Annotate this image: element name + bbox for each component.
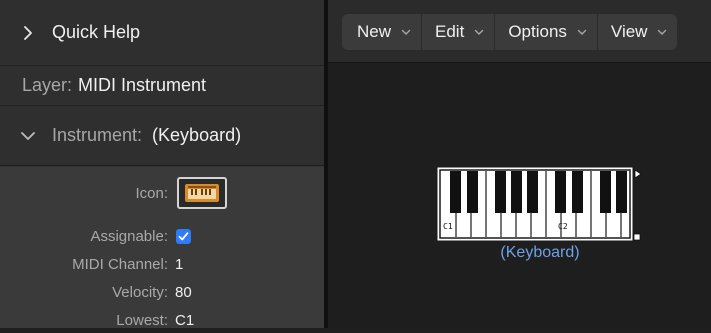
menu-bar: New Edit Options View [342, 14, 678, 50]
velocity-value[interactable]: 80 [175, 284, 192, 301]
menu-options-label: Options [508, 22, 567, 41]
menu-new[interactable]: New [344, 14, 423, 50]
inspector-panel: Quick Help Layer: MIDI Instrument Instru… [0, 0, 324, 329]
instrument-label: Instrument: [52, 125, 143, 145]
key-label-c1: C1 [443, 222, 453, 231]
chevron-down-icon [474, 27, 484, 37]
chevron-down-icon [657, 27, 667, 37]
quick-help-header[interactable]: Quick Help [0, 0, 324, 66]
chevron-down-icon [401, 27, 411, 37]
menu-view-label: View [610, 22, 648, 41]
keyboard-icon[interactable] [177, 177, 227, 209]
assignable-checkbox[interactable] [176, 228, 191, 244]
keyboard-instrument-object[interactable]: C1 C2 [436, 166, 644, 242]
assignable-label: Assignable: [90, 227, 168, 245]
midi-channel-label: MIDI Channel: [72, 255, 168, 273]
menu-edit-label: Edit [435, 22, 465, 41]
instrument-header[interactable]: Instrument: (Keyboard) [0, 106, 324, 166]
menu-view[interactable]: View [598, 14, 678, 50]
layer-value: MIDI Instrument [78, 75, 207, 95]
environment-toolbar: New Edit Options View [328, 0, 711, 63]
chevron-down-icon [577, 27, 587, 37]
output-triangle-icon[interactable] [634, 169, 642, 179]
instrument-parameters: Icon: Assignable: MIDI Channel: 1 Veloci… [0, 167, 324, 329]
environment-area: New Edit Options View C1 C2 (Keyboard) [328, 0, 711, 328]
layer-label: Layer: [22, 75, 73, 95]
key-label-c2: C2 [558, 222, 568, 231]
menu-edit[interactable]: Edit [422, 14, 496, 50]
menu-options[interactable]: Options [495, 14, 598, 50]
velocity-param-row[interactable]: Velocity: 80 [0, 279, 324, 305]
object-name-label[interactable]: (Keyboard) [478, 244, 602, 262]
icon-param-label: Icon: [135, 184, 168, 202]
midi-channel-param-row[interactable]: MIDI Channel: 1 [0, 251, 324, 277]
layer-row: Layer: MIDI Instrument [0, 66, 324, 106]
menu-new-label: New [357, 22, 392, 41]
lowest-value[interactable]: C1 [175, 312, 194, 329]
midi-channel-value[interactable]: 1 [175, 256, 183, 273]
assignable-param-row: Assignable: [0, 223, 324, 249]
icon-param-row: Icon: [0, 177, 324, 209]
quick-help-label: Quick Help [52, 22, 141, 42]
velocity-label: Velocity: [112, 283, 168, 301]
instrument-value: (Keyboard) [152, 125, 242, 145]
disclosure-right-icon[interactable] [20, 25, 36, 41]
resize-handle[interactable] [633, 233, 641, 241]
disclosure-down-icon[interactable] [20, 128, 36, 144]
lowest-label: Lowest: [116, 311, 168, 329]
lowest-param-row[interactable]: Lowest: C1 [0, 307, 324, 333]
